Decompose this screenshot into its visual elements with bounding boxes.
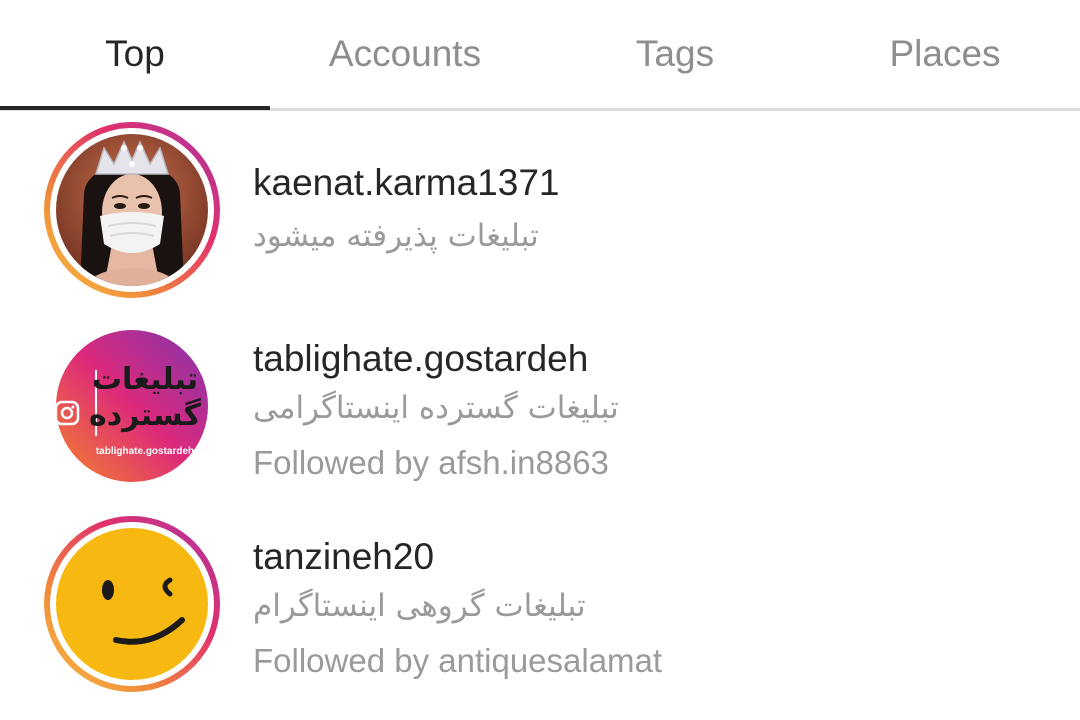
active-tab-indicator bbox=[0, 106, 270, 110]
tab-top[interactable]: Top bbox=[0, 0, 270, 108]
search-result-row[interactable]: تبلیغات گسترده tablighate.gostardeh tabl… bbox=[0, 318, 1080, 508]
search-result-row[interactable]: kaenat.karma1371 تبلیغات پذیرفته میشود bbox=[0, 120, 1080, 310]
bio: تبلیغات پذیرفته میشود bbox=[253, 218, 539, 254]
bio: تبلیغات گروهی اینستاگرام bbox=[253, 588, 586, 624]
username: kaenat.karma1371 bbox=[253, 162, 560, 203]
story-ring bbox=[44, 122, 220, 298]
avatar-border bbox=[50, 522, 214, 686]
bio: تبلیغات گسترده اینستاگرامی bbox=[253, 390, 619, 426]
logo-caption: tablighate.gostardeh bbox=[95, 446, 195, 457]
avatar[interactable] bbox=[56, 134, 208, 286]
search-tabs: Top Accounts Tags Places bbox=[0, 0, 1080, 111]
username: tablighate.gostardeh bbox=[253, 338, 589, 379]
tab-tags[interactable]: Tags bbox=[540, 0, 810, 108]
tab-places[interactable]: Places bbox=[810, 0, 1080, 108]
woman-with-crown-avatar-icon bbox=[56, 134, 208, 286]
avatar-border bbox=[50, 128, 214, 292]
username: tanzineh20 bbox=[253, 536, 435, 577]
avatar-container: تبلیغات گسترده tablighate.gostardeh bbox=[44, 318, 220, 494]
logo-text-line1: تبلیغات bbox=[91, 362, 199, 397]
tab-accounts[interactable]: Accounts bbox=[270, 0, 540, 108]
avatar[interactable]: تبلیغات گسترده tablighate.gostardeh bbox=[56, 330, 208, 482]
logo-text: تبلیغات گسترده bbox=[86, 362, 204, 434]
followed-by: Followed by afsh.in8863 bbox=[253, 444, 609, 481]
story-ring bbox=[44, 516, 220, 692]
winking-face-icon bbox=[56, 528, 208, 680]
search-result-row[interactable]: tanzineh20 تبلیغات گروهی اینستاگرام Foll… bbox=[0, 516, 1080, 706]
logo-text-line2: گسترده bbox=[89, 398, 201, 433]
avatar[interactable] bbox=[56, 528, 208, 680]
avatar-border: تبلیغات گسترده tablighate.gostardeh bbox=[50, 324, 214, 488]
followed-by: Followed by antiquesalamat bbox=[253, 642, 663, 679]
